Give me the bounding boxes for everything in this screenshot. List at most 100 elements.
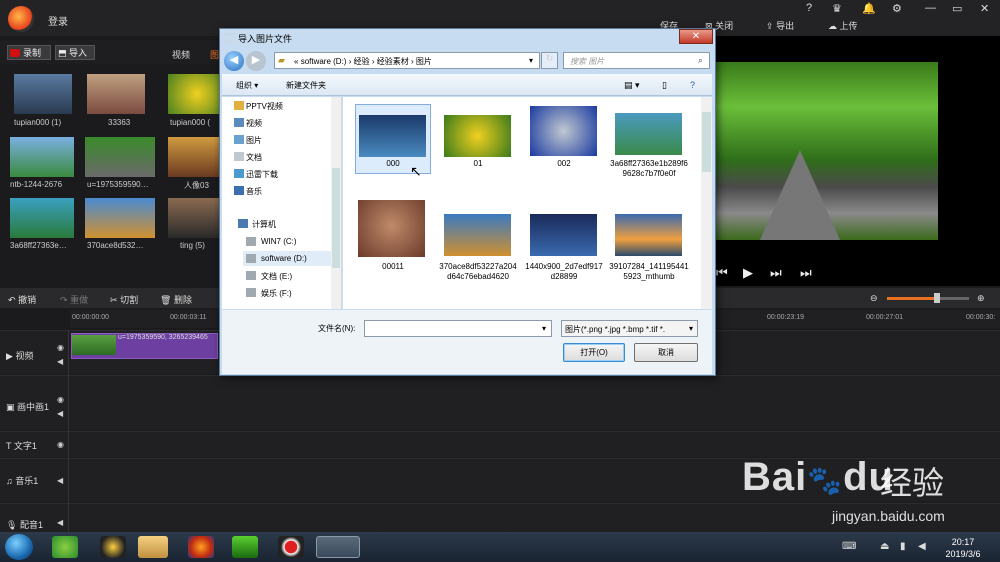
play-icon[interactable]: ▶: [743, 265, 753, 281]
media-thumb[interactable]: [14, 74, 72, 114]
tab-video[interactable]: 视频: [172, 48, 190, 61]
track-pip[interactable]: [0, 375, 1000, 430]
clock[interactable]: 20:17 2019/3/6: [938, 536, 988, 560]
media-thumb[interactable]: [87, 74, 145, 114]
file-thumbnail[interactable]: [615, 214, 682, 256]
speaker-icon[interactable]: ◀: [57, 409, 63, 418]
file-name[interactable]: 1440x900_2d7edf917d28899: [524, 262, 604, 282]
track-text[interactable]: [0, 431, 1000, 457]
zoom-slider-knob[interactable]: [934, 293, 940, 303]
eye-icon[interactable]: ◉: [57, 440, 64, 449]
delete-button[interactable]: 🗑 删除: [160, 293, 192, 306]
filename-dropdown-icon[interactable]: ▾: [542, 324, 546, 333]
media-thumb[interactable]: [10, 137, 74, 177]
firefox-icon[interactable]: [188, 536, 214, 558]
nav-item[interactable]: 视频: [246, 118, 262, 129]
file-name[interactable]: 002: [524, 159, 604, 169]
nav-scroll-thumb[interactable]: [332, 168, 340, 268]
minimize-button[interactable]: —: [925, 2, 936, 14]
media-thumb[interactable]: [168, 137, 226, 177]
media-thumb[interactable]: [168, 198, 226, 238]
breadcrumb[interactable]: « software (D:) › 经验 › 经验素材 › 图片: [294, 56, 432, 67]
cut-button[interactable]: ✂ 切割: [110, 293, 138, 306]
undo-button[interactable]: ↶ 撤销: [8, 293, 36, 306]
file-thumbnail[interactable]: [444, 214, 511, 256]
filename-input[interactable]: [364, 320, 552, 337]
breadcrumb-part[interactable]: 经验素材: [377, 57, 409, 66]
player-icon[interactable]: [232, 536, 258, 558]
file-name[interactable]: 3a68ff27363e1b289f69628c7b7f0e0f: [609, 159, 689, 179]
end-icon[interactable]: ⏭: [800, 265, 812, 281]
view-icon[interactable]: ▤ ▾: [624, 80, 640, 91]
browser-360-icon[interactable]: [52, 536, 78, 558]
vip-icon[interactable]: ♛: [832, 2, 842, 15]
explorer-icon[interactable]: [138, 536, 168, 558]
import-button[interactable]: ⬒ 导入: [55, 45, 95, 60]
file-name[interactable]: 370ace8df53227a204d64c76ebad4620: [438, 262, 518, 282]
preview-pane-icon[interactable]: ▯: [662, 80, 667, 91]
next-frame-icon[interactable]: ⏭: [770, 265, 782, 281]
file-thumbnail[interactable]: [359, 115, 426, 157]
login-link[interactable]: 登录: [48, 13, 68, 28]
dialog-close-button[interactable]: ✕: [679, 29, 713, 44]
upload-button[interactable]: ☁ 上传: [828, 19, 858, 32]
address-dropdown-icon[interactable]: ▾: [529, 56, 533, 65]
file-thumbnail[interactable]: [358, 200, 425, 257]
new-folder-button[interactable]: 新建文件夹: [286, 80, 326, 91]
network-icon[interactable]: ▮: [900, 541, 906, 552]
redo-button[interactable]: ↷ 重做: [60, 293, 88, 306]
help-button[interactable]: ?: [806, 2, 812, 14]
editor-taskbar-icon[interactable]: [316, 536, 360, 558]
export-button[interactable]: ⇪ 导出: [766, 19, 794, 32]
start-button[interactable]: [5, 534, 33, 560]
media-thumb[interactable]: [85, 198, 155, 238]
open-button[interactable]: 打开(O): [563, 343, 625, 362]
bell-icon[interactable]: 🔔: [862, 2, 876, 15]
eye-icon[interactable]: ◉: [57, 343, 64, 352]
file-thumbnail[interactable]: [615, 113, 682, 155]
breadcrumb-part[interactable]: software (D:): [301, 57, 347, 66]
tab-picture[interactable]: 图: [210, 48, 219, 61]
forward-button[interactable]: ▶: [246, 51, 266, 71]
refresh-button[interactable]: ↻: [541, 52, 558, 69]
gear-icon[interactable]: ⚙: [892, 2, 902, 15]
breadcrumb-part[interactable]: 经验: [354, 57, 370, 66]
usb-icon[interactable]: ⏏: [880, 541, 889, 552]
file-name[interactable]: 39107284_1411954415923_mthumb: [609, 262, 689, 282]
nav-item[interactable]: 音乐: [246, 186, 262, 197]
nav-item[interactable]: 娱乐 (F:): [261, 288, 292, 299]
organize-button[interactable]: 组织 ▾: [236, 80, 258, 91]
file-name[interactable]: 00011: [353, 262, 433, 272]
file-thumbnail[interactable]: [444, 115, 511, 157]
breadcrumb-part[interactable]: 图片: [416, 57, 432, 66]
media-thumb[interactable]: [85, 137, 155, 177]
close-app-button[interactable]: ✕: [980, 2, 989, 15]
nav-item[interactable]: software (D:): [261, 254, 307, 263]
prev-frame-icon[interactable]: ⏮: [716, 265, 728, 281]
file-thumbnail[interactable]: [530, 106, 597, 156]
maximize-button[interactable]: ▭: [952, 2, 962, 15]
zoom-in-icon[interactable]: ⊕: [977, 293, 985, 304]
speaker-icon[interactable]: ◀: [57, 357, 63, 366]
nav-item[interactable]: 计算机: [252, 219, 276, 230]
record-button[interactable]: 录制: [7, 45, 51, 60]
media-thumb[interactable]: [168, 74, 226, 114]
media-thumb[interactable]: [10, 198, 74, 238]
file-thumbnail[interactable]: [530, 214, 597, 256]
help-icon[interactable]: ?: [690, 80, 695, 90]
cancel-button[interactable]: 取消: [634, 343, 698, 362]
nav-item[interactable]: 图片: [246, 135, 262, 146]
nav-item[interactable]: 迅雷下载: [246, 169, 278, 180]
nav-item[interactable]: 文档: [246, 152, 262, 163]
keyboard-icon[interactable]: ⌨: [842, 541, 856, 552]
back-button[interactable]: ◀: [224, 51, 244, 71]
filetype-dropdown-icon[interactable]: ▾: [689, 324, 693, 333]
speaker-icon[interactable]: ◀: [57, 476, 63, 485]
eye-icon[interactable]: ◉: [57, 395, 64, 404]
recorder-icon[interactable]: [278, 536, 304, 558]
filetype-select[interactable]: 图片(*.png *.jpg *.bmp *.tif *.: [561, 320, 698, 337]
file-scroll-thumb[interactable]: [702, 112, 711, 172]
speaker-icon[interactable]: ◀: [57, 518, 63, 527]
nav-item[interactable]: 文档 (E:): [261, 271, 292, 282]
nav-item[interactable]: WIN7 (C:): [261, 237, 297, 246]
